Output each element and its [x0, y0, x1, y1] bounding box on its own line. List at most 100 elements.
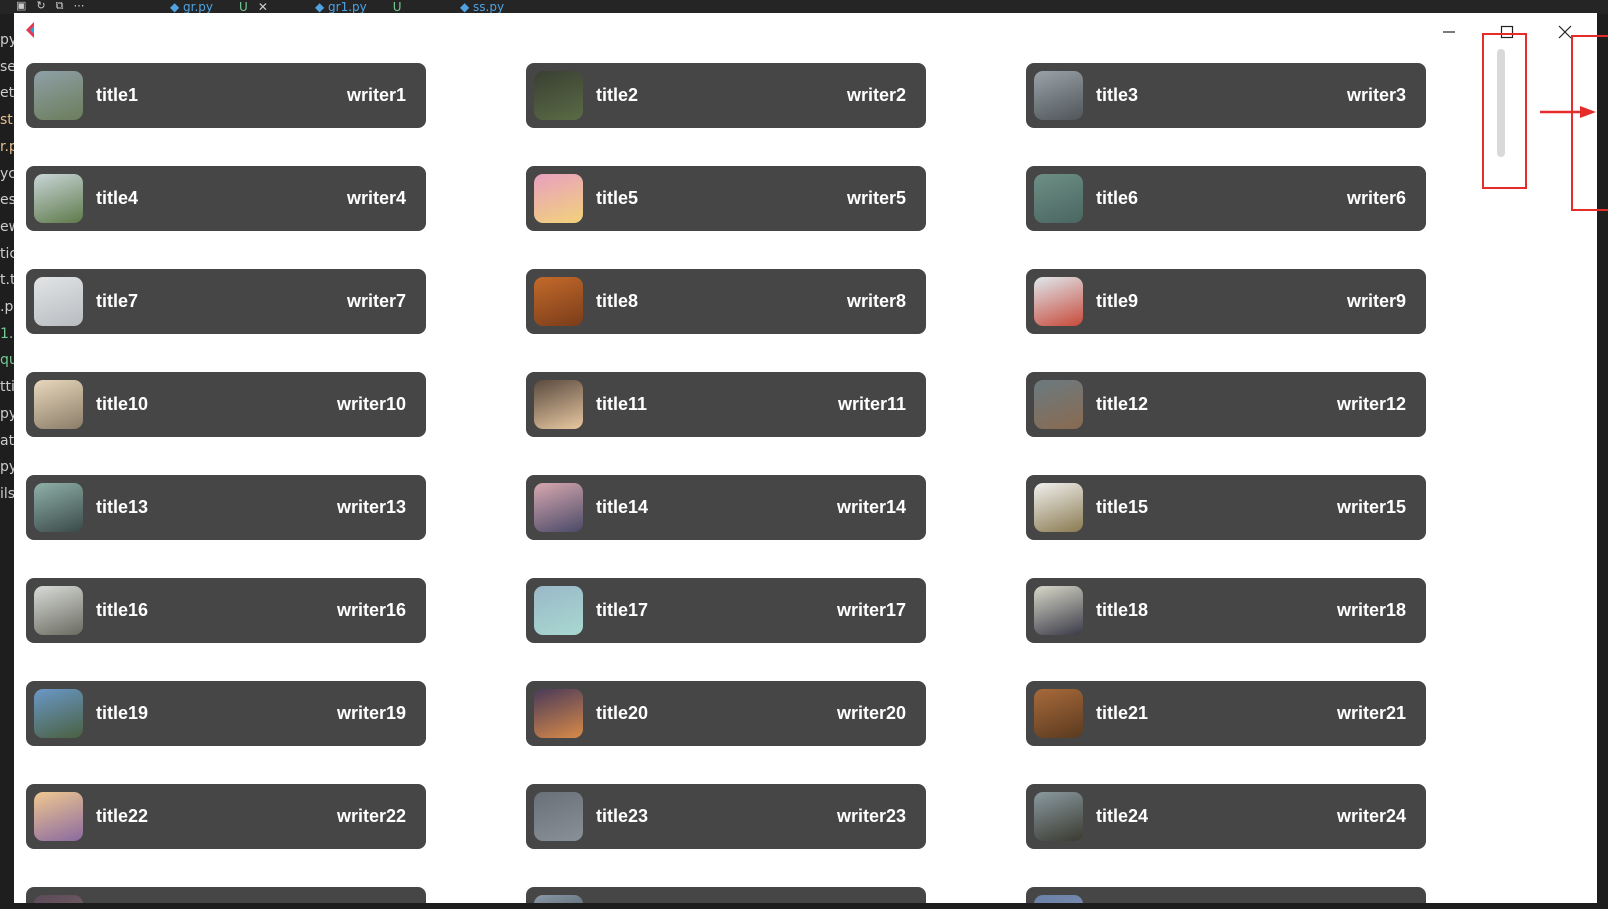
list-item-card[interactable]: title24 writer24: [1026, 784, 1426, 849]
list-item-card[interactable]: title6 writer6: [1026, 166, 1426, 231]
card-title: title13: [96, 497, 149, 517]
thumbnail-image: [534, 380, 583, 429]
app-logo-icon: [26, 22, 34, 38]
editor-toolbar-icons: ▣↻⧉⋯: [16, 0, 95, 12]
card-writer: writer18: [1336, 600, 1406, 620]
card-writer: writer16: [336, 600, 406, 620]
card-title: title17: [596, 600, 649, 620]
card-writer: writer19: [336, 703, 406, 723]
list-item-card[interactable]: title23 writer23: [526, 784, 926, 849]
card-writer: writer13: [336, 497, 406, 517]
card-title: title5: [596, 188, 639, 208]
thumbnail-image: [1034, 174, 1083, 223]
editor-file-fragment: py: [0, 32, 14, 48]
list-item-card[interactable]: title19 writer19: [26, 681, 426, 746]
list-item-card[interactable]: title5 writer5: [526, 166, 926, 231]
list-item-card[interactable]: title11 writer11: [526, 372, 926, 437]
thumbnail-image: [34, 380, 83, 429]
card-title: title22: [96, 806, 149, 826]
editor-file-fragment: tti: [0, 379, 14, 396]
editor-tab-gr[interactable]: ◆ gr.py U ✕: [170, 0, 268, 14]
list-item-card[interactable]: title18 writer18: [1026, 578, 1426, 643]
card-title: title3: [1096, 85, 1139, 105]
thumbnail-image: [1034, 895, 1083, 903]
thumbnail-image: [34, 689, 83, 738]
list-item-card[interactable]: title13 writer13: [26, 475, 426, 540]
card-list[interactable]: title1 writer1 title2 writer2 title3 writer3 t…: [14, 49, 1454, 903]
thumbnail-image: [534, 586, 583, 635]
editor-bottom-edge: [0, 903, 1608, 909]
card-writer: writer8: [846, 291, 906, 311]
list-item-card[interactable]: title10 writer10: [26, 372, 426, 437]
list-item-card[interactable]: title21 writer21: [1026, 681, 1426, 746]
list-item-card[interactable]: title15 writer15: [1026, 475, 1426, 540]
list-item-card[interactable]: title4 writer4: [26, 166, 426, 231]
thumbnail-image: [534, 689, 583, 738]
editor-file-fragment: 1.: [0, 325, 14, 342]
thumbnail-image: [1034, 689, 1083, 738]
minimize-button[interactable]: [1434, 21, 1464, 43]
list-item-card[interactable]: title17 writer17: [526, 578, 926, 643]
editor-tab-bar: ▣↻⧉⋯ ◆ gr.py U ✕ ◆ gr1.py U ◆ ss.py: [0, 0, 1608, 14]
list-item-card[interactable]: title16 writer16: [26, 578, 426, 643]
card-writer: writer5: [846, 188, 906, 208]
editor-file-fragment: tic: [0, 245, 14, 262]
editor-file-fragment: yc: [0, 165, 14, 182]
list-item-card[interactable]: title26writer26: [526, 887, 926, 903]
list-item-card[interactable]: title7 writer7: [26, 269, 426, 334]
list-item-card[interactable]: title8 writer8: [526, 269, 926, 334]
thumbnail-image: [1034, 586, 1083, 635]
thumbnail-image: [34, 277, 83, 326]
list-item-card[interactable]: title2 writer2: [526, 63, 926, 128]
thumbnail-image: [534, 277, 583, 326]
close-tab-icon[interactable]: ✕: [258, 0, 268, 14]
list-item-card[interactable]: title3 writer3: [1026, 63, 1426, 128]
card-title: title7: [96, 291, 139, 311]
editor-file-fragment: t.t: [0, 272, 14, 289]
thumbnail-image: [1034, 277, 1083, 326]
card-writer: writer14: [836, 497, 906, 517]
card-writer: writer10: [336, 394, 406, 414]
card-writer: writer6: [1346, 188, 1406, 208]
card-title: title24: [1096, 806, 1149, 826]
thumbnail-image: [1034, 483, 1083, 532]
list-item-card[interactable]: title12 writer12: [1026, 372, 1426, 437]
thumbnail-image: [34, 174, 83, 223]
card-writer: writer15: [1336, 497, 1406, 517]
python-file-icon: ◆: [460, 0, 474, 14]
thumbnail-image: [34, 71, 83, 120]
editor-file-fragment: qu: [0, 352, 14, 369]
card-title: title6: [1096, 188, 1139, 208]
card-title: title12: [1096, 394, 1149, 414]
editor-tab-gr1[interactable]: ◆ gr1.py U: [315, 0, 402, 14]
editor-file-fragment: py: [0, 405, 14, 422]
card-title: title14: [596, 497, 649, 517]
thumbnail-image: [1034, 380, 1083, 429]
list-item-card[interactable]: title22 writer22: [26, 784, 426, 849]
editor-file-fragment: et: [0, 85, 14, 102]
list-item-card[interactable]: title1 writer1: [26, 63, 426, 128]
list-item-card[interactable]: title14 writer14: [526, 475, 926, 540]
editor-file-fragment: ils: [0, 485, 14, 502]
list-item-card[interactable]: title27writer27: [1026, 887, 1426, 903]
card-writer: writer21: [1336, 703, 1406, 723]
card-title: title15: [1096, 497, 1149, 517]
list-item-card[interactable]: title20 writer20: [526, 681, 926, 746]
card-writer: writer4: [346, 188, 406, 208]
card-writer: writer20: [836, 703, 906, 723]
card-grid: title1 writer1 title2 writer2 title3 writer3 t…: [26, 63, 1426, 903]
editor-file-fragment: ati: [0, 432, 14, 449]
thumbnail-image: [534, 792, 583, 841]
card-title: title1: [96, 85, 139, 105]
card-title: title11: [596, 394, 648, 414]
thumbnail-image: [34, 895, 83, 903]
card-title: title10: [96, 394, 149, 414]
list-item-card[interactable]: title25writer25: [26, 887, 426, 903]
thumbnail-image: [34, 792, 83, 841]
card-title: title16: [96, 600, 149, 620]
list-item-card[interactable]: title9 writer9: [1026, 269, 1426, 334]
thumbnail-image: [534, 71, 583, 120]
editor-tab-ss[interactable]: ◆ ss.py: [460, 0, 504, 14]
thumbnail-image: [1034, 792, 1083, 841]
card-title: title20: [596, 703, 649, 723]
